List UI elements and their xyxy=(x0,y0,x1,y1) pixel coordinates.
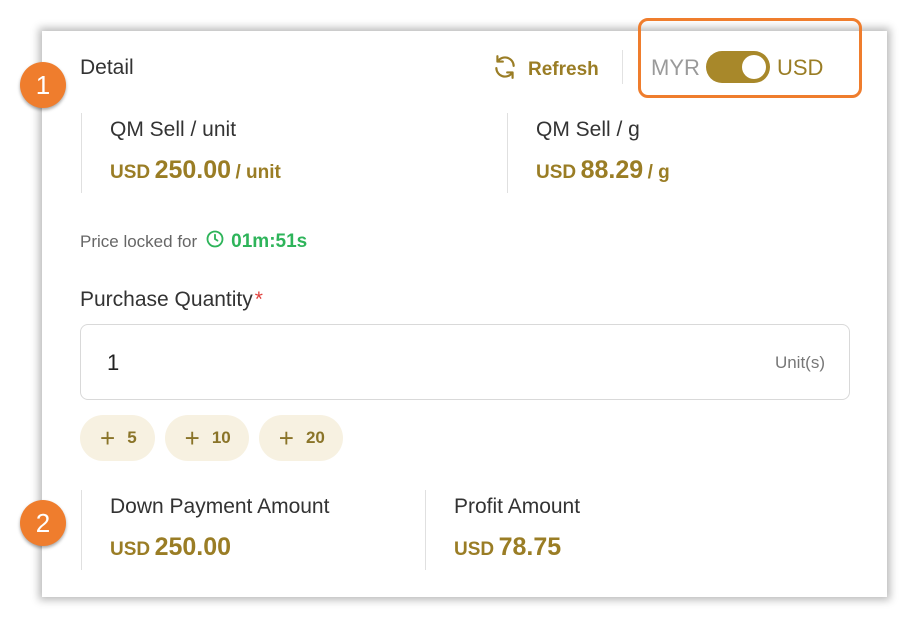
price-lock-timer: 01m:51s xyxy=(205,229,307,255)
add-10-button[interactable]: + 10 xyxy=(164,415,249,461)
down-payment-value: USD 250.00 xyxy=(110,533,329,562)
quantity-unit-suffix: Unit(s) xyxy=(774,353,825,372)
price-lock-notice: Price locked for 01m:51s xyxy=(80,229,307,255)
currency-code: USD xyxy=(536,162,577,183)
screenshot-stage: 1 2 Detail Refresh MYR USD QM Sell / uni… xyxy=(0,0,919,629)
refresh-button[interactable]: Refresh xyxy=(492,54,599,86)
currency-toggle-highlight xyxy=(638,18,862,98)
currency-code: USD xyxy=(110,162,151,183)
plus-icon: + xyxy=(278,423,294,453)
down-payment-label: Down Payment Amount xyxy=(110,495,330,518)
amount: 78.75 xyxy=(498,533,562,561)
amount: 250.00 xyxy=(154,156,232,184)
profit-label: Profit Amount xyxy=(454,495,581,518)
increment-value: 10 xyxy=(211,428,231,447)
plus-icon: + xyxy=(100,423,116,453)
quantity-value[interactable]: 1 xyxy=(107,350,119,376)
profit-amount: Profit Amount USD 78.75 xyxy=(425,490,580,570)
clock-icon xyxy=(205,229,225,255)
plus-icon: + xyxy=(184,423,200,453)
refresh-label: Refresh xyxy=(528,59,599,80)
section-title: Detail xyxy=(80,56,134,79)
price-per-unit: QM Sell / unit USD 250.00 / unit xyxy=(81,113,281,193)
timer-value: 01m:51s xyxy=(231,231,308,252)
profit-value: USD 78.75 xyxy=(454,533,580,562)
price-per-gram: QM Sell / g USD 88.29 / g xyxy=(507,113,670,193)
amount: 88.29 xyxy=(580,156,644,184)
increment-value: 20 xyxy=(305,428,325,447)
price-per-unit-label: QM Sell / unit xyxy=(110,118,237,141)
purchase-quantity-label-text: Purchase Quantity xyxy=(80,288,253,311)
header-divider xyxy=(622,50,623,84)
purchase-quantity-input[interactable]: 1 Unit(s) xyxy=(80,324,850,400)
quantity-increment-chips: + 5 + 10 + 20 xyxy=(80,415,343,461)
unit-suffix: / unit xyxy=(235,162,281,183)
required-mark: * xyxy=(254,288,263,311)
price-per-gram-value: USD 88.29 / g xyxy=(536,156,670,185)
callout-badge-2: 2 xyxy=(20,500,66,546)
price-per-gram-label: QM Sell / g xyxy=(536,118,640,141)
callout-badge-1: 1 xyxy=(20,62,66,108)
unit-suffix: / g xyxy=(647,162,670,183)
currency-code: USD xyxy=(110,539,151,560)
currency-code: USD xyxy=(454,539,495,560)
add-5-button[interactable]: + 5 xyxy=(80,415,155,461)
increment-value: 5 xyxy=(127,428,137,447)
add-20-button[interactable]: + 20 xyxy=(258,415,343,461)
refresh-icon xyxy=(492,54,518,86)
price-per-unit-value: USD 250.00 / unit xyxy=(110,156,281,185)
amount: 250.00 xyxy=(154,533,232,561)
purchase-quantity-label: Purchase Quantity* xyxy=(80,288,263,312)
price-lock-text: Price locked for xyxy=(80,232,198,251)
down-payment-amount: Down Payment Amount USD 250.00 xyxy=(81,490,329,570)
